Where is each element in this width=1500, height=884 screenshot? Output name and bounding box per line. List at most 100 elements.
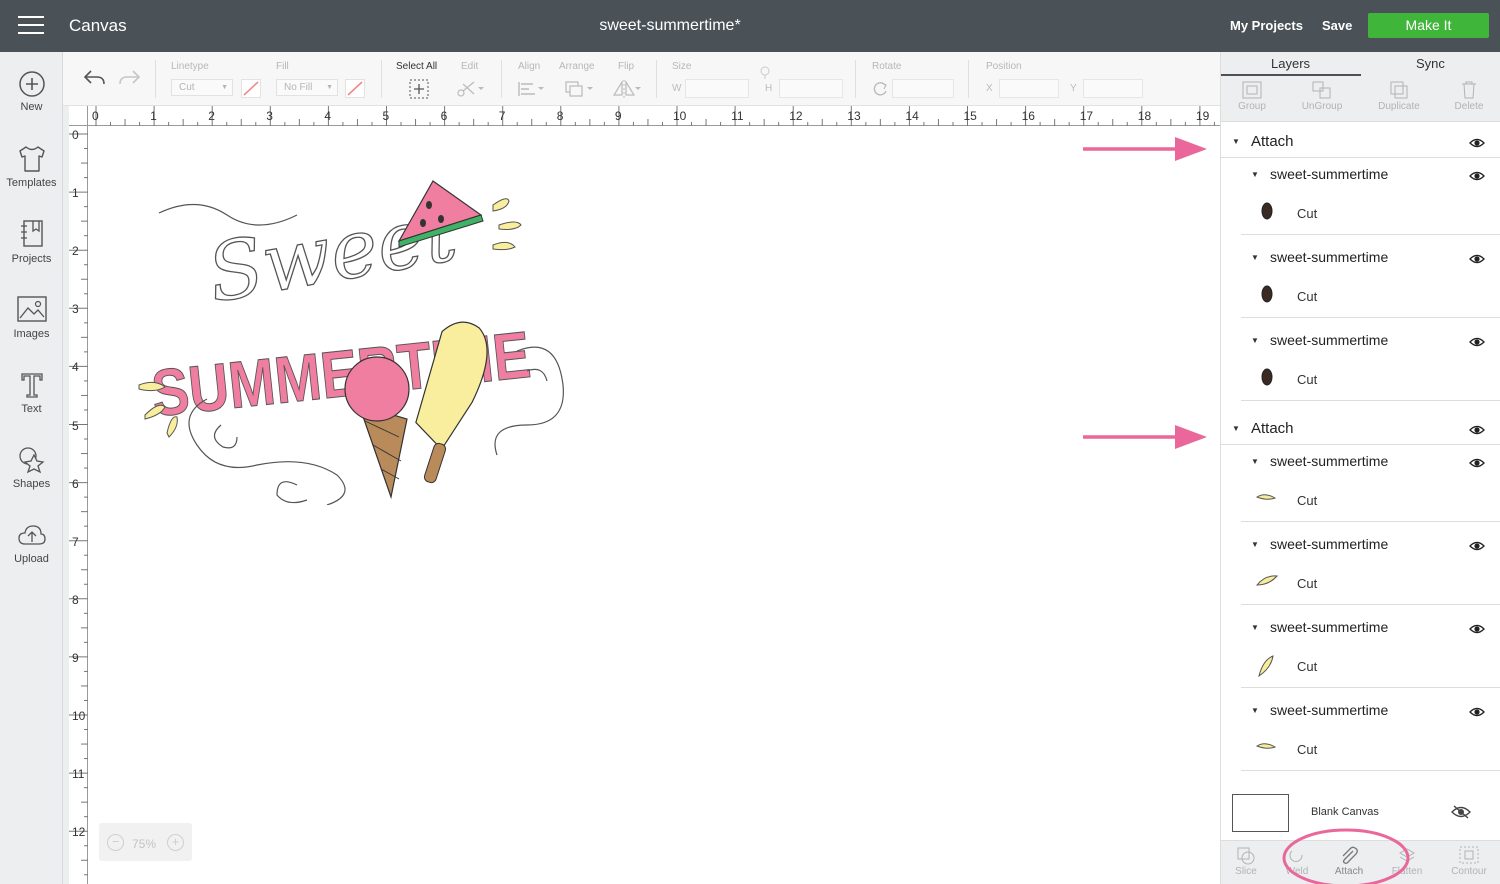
layer-cut-row[interactable]: Cut <box>1241 478 1500 522</box>
sweet-summertime-artwork[interactable]: Sweet SUMMERTIME <box>137 175 617 505</box>
layer-cut-row[interactable]: Cut <box>1241 644 1500 688</box>
sidebar-item-text[interactable]: Text <box>0 370 63 415</box>
eye-icon[interactable] <box>1469 252 1485 270</box>
collapse-triangle-icon[interactable]: ▼ <box>1232 424 1240 433</box>
sidebar-item-new[interactable]: New <box>0 70 63 113</box>
ruler-h-label: 12 <box>789 109 803 123</box>
sidebar-item-shapes[interactable]: Shapes <box>0 445 63 490</box>
edit-label: Edit <box>461 61 479 72</box>
layer-cut-row[interactable]: Cut <box>1241 191 1500 235</box>
sidebar-item-templates[interactable]: Templates <box>0 144 63 189</box>
sidebar-item-label: Images <box>13 328 50 340</box>
make-it-button[interactable]: Make It <box>1368 13 1489 38</box>
collapse-triangle-icon[interactable]: ▼ <box>1251 336 1259 345</box>
group-button[interactable]: Group <box>1217 80 1287 112</box>
layer-row[interactable]: ▼ sweet-summertime <box>1241 611 1500 644</box>
linetype-color-swatch[interactable] <box>241 79 261 98</box>
layer-row[interactable]: ▼ sweet-summertime <box>1241 528 1500 561</box>
undo-icon[interactable] <box>83 68 107 88</box>
slice-button[interactable]: Slice <box>1218 845 1274 877</box>
layer-row[interactable]: ▼ sweet-summertime <box>1241 241 1500 274</box>
eye-icon[interactable] <box>1469 335 1485 353</box>
eye-icon[interactable] <box>1469 705 1485 723</box>
sidebar-item-label: Upload <box>14 553 49 565</box>
save-button[interactable]: Save <box>1322 18 1352 33</box>
ruler-h-label: 17 <box>1079 109 1094 123</box>
lock-ratio-icon[interactable] <box>757 65 773 79</box>
position-x-label: X <box>986 83 993 94</box>
ungroup-button[interactable]: UnGroup <box>1287 80 1357 112</box>
position-y-input[interactable] <box>1083 79 1143 98</box>
tab-layers[interactable]: Layers <box>1271 56 1310 71</box>
tab-sync[interactable]: Sync <box>1416 56 1445 71</box>
collapse-triangle-icon[interactable]: ▼ <box>1232 137 1240 146</box>
arrange-label: Arrange <box>559 61 595 72</box>
size-width-input[interactable] <box>685 79 749 98</box>
group-label: Group <box>1238 101 1266 112</box>
collapse-triangle-icon[interactable]: ▼ <box>1251 623 1259 632</box>
fill-color-swatch[interactable] <box>345 79 365 98</box>
ruler-v-label: 3 <box>72 302 79 317</box>
eye-icon[interactable] <box>1469 169 1485 187</box>
eye-hidden-icon[interactable] <box>1451 804 1471 820</box>
duplicate-button[interactable]: Duplicate <box>1364 80 1434 112</box>
size-label: Size <box>672 61 692 72</box>
layer-operation-label: Cut <box>1297 493 1318 508</box>
eye-icon[interactable] <box>1469 539 1485 557</box>
collapse-triangle-icon[interactable]: ▼ <box>1251 540 1259 549</box>
document-title: sweet-summertime* <box>599 17 741 34</box>
image-icon <box>16 296 47 322</box>
layer-group-attach[interactable]: ▼ Attach <box>1221 411 1500 445</box>
sidebar-item-upload[interactable]: Upload <box>0 522 63 565</box>
fill-select[interactable]: No Fill ▼ <box>276 79 338 96</box>
layer-cut-row[interactable]: Cut <box>1241 357 1500 401</box>
layer-cut-row[interactable]: Cut <box>1241 274 1500 318</box>
eye-icon[interactable] <box>1469 456 1485 474</box>
contour-button[interactable]: Contour <box>1441 845 1497 877</box>
design-canvas[interactable]: Sweet SUMMERTIME <box>89 127 1220 884</box>
flip-icon[interactable] <box>610 79 642 99</box>
delete-label: Delete <box>1454 101 1484 112</box>
edit-scissors-icon[interactable] <box>456 79 486 99</box>
layer-name: sweet-summertime <box>1270 619 1389 635</box>
layer-cut-row[interactable]: Cut <box>1241 727 1500 771</box>
contour-label: Contour <box>1451 866 1487 877</box>
layer-row[interactable]: ▼ sweet-summertime <box>1241 445 1500 478</box>
annotation-arrow-top <box>1083 137 1207 161</box>
collapse-triangle-icon[interactable]: ▼ <box>1251 253 1259 262</box>
ruler-v-label: 9 <box>72 650 79 665</box>
arrange-icon[interactable] <box>563 79 595 99</box>
eye-icon[interactable] <box>1469 622 1485 640</box>
redo-icon[interactable] <box>117 68 141 88</box>
eye-icon[interactable] <box>1469 136 1485 154</box>
collapse-triangle-icon[interactable]: ▼ <box>1251 170 1259 179</box>
layer-operation-label: Cut <box>1297 289 1318 304</box>
delete-button[interactable]: Delete <box>1434 80 1500 112</box>
vertical-ruler: 0 1 2 3 4 5 6 7 8 9 10 11 12 <box>69 126 88 884</box>
ruler-h-label: 3 <box>266 109 273 123</box>
sidebar-item-label: Text <box>21 403 42 415</box>
eye-icon[interactable] <box>1469 423 1485 441</box>
layer-thumbnail <box>1255 575 1279 586</box>
select-all-icon[interactable] <box>408 78 430 100</box>
layer-row[interactable]: ▼ sweet-summertime <box>1241 158 1500 191</box>
sidebar-item-projects[interactable]: Projects <box>0 218 63 265</box>
layer-group-attach[interactable]: ▼ Attach <box>1221 124 1500 158</box>
collapse-triangle-icon[interactable]: ▼ <box>1251 706 1259 715</box>
layer-row[interactable]: ▼ sweet-summertime <box>1241 324 1500 357</box>
linetype-select[interactable]: Cut ▼ <box>171 79 233 96</box>
layer-row[interactable]: ▼ sweet-summertime <box>1241 694 1500 727</box>
collapse-triangle-icon[interactable]: ▼ <box>1251 457 1259 466</box>
layer-cut-row[interactable]: Cut <box>1241 561 1500 605</box>
ruler-v-label: 11 <box>72 767 85 782</box>
align-icon[interactable] <box>516 79 546 99</box>
size-height-input[interactable] <box>779 79 843 98</box>
zoom-in-button[interactable]: + <box>167 834 184 851</box>
position-x-input[interactable] <box>999 79 1059 98</box>
rotate-input[interactable] <box>892 79 954 98</box>
zoom-out-button[interactable]: − <box>107 834 124 851</box>
ruler-h-label: 19 <box>1195 109 1210 123</box>
sidebar-item-images[interactable]: Images <box>0 295 63 340</box>
my-projects-link[interactable]: My Projects <box>1230 18 1303 33</box>
ruler-h-label: 9 <box>614 109 622 123</box>
